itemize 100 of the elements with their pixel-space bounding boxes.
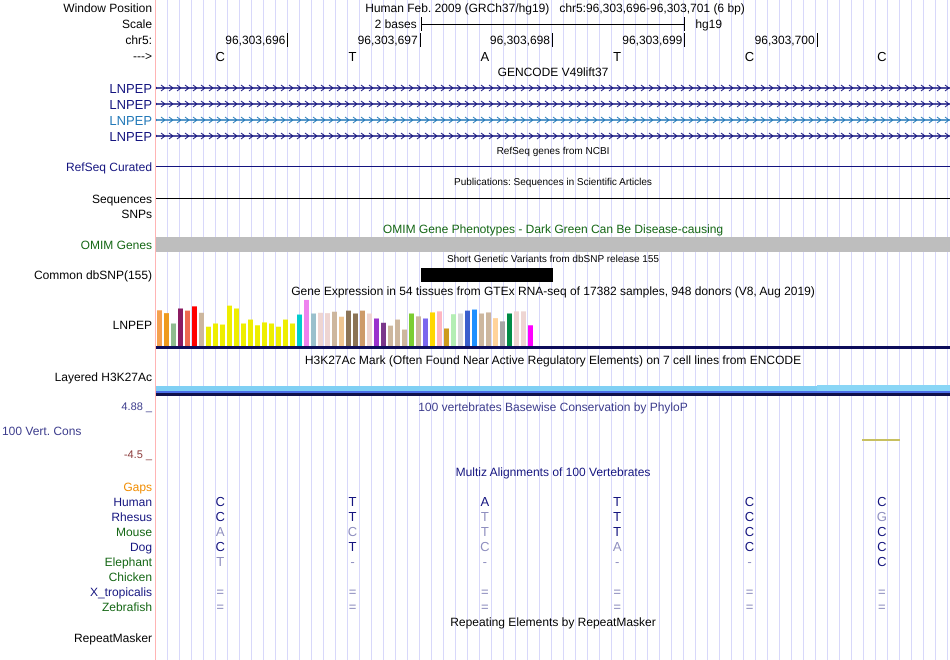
track-title: 100 vertebrates Basewise Conservation by PhyloP	[418, 401, 688, 413]
base-letter: C	[877, 555, 887, 568]
track-label: X_tropicalis	[90, 586, 152, 598]
base-letter: C	[215, 510, 225, 523]
track-label: Common dbSNP(155)	[34, 269, 152, 281]
base-letter: T	[348, 510, 356, 523]
tick-mark	[816, 33, 818, 47]
track-label: Mouse	[116, 526, 152, 538]
base-letter: =	[216, 600, 224, 613]
track-label: Sequences	[92, 192, 152, 204]
base-letter: C	[744, 525, 754, 538]
base-letter: A	[216, 525, 224, 538]
base-letter: G	[876, 510, 887, 523]
base-letter: C	[744, 510, 754, 523]
base-letter: =	[746, 585, 754, 598]
scale-length: 2 bases	[374, 18, 417, 30]
base-letter: C	[480, 540, 490, 553]
track-label: LNPEP	[109, 98, 152, 110]
base-letter: C	[348, 525, 358, 538]
track-label: 100 Vert. Cons	[2, 424, 82, 436]
tick-mark	[287, 33, 288, 47]
base-letter: C	[215, 495, 225, 508]
position-text: chr5:96,303,696-96,303,701 (6 bp)	[559, 2, 745, 14]
track-label: SNPs	[121, 208, 152, 220]
track-label: Rhesus	[111, 510, 152, 522]
base-letter: T	[613, 525, 622, 538]
track-title: OMIM Gene Phenotypes - Dark Green Can Be Disease-causing	[382, 223, 724, 235]
tick-mark	[684, 33, 686, 47]
base-letter: T	[348, 50, 356, 62]
track-title: Repeating Elements by RepeatMasker	[450, 616, 656, 628]
track-label: Elephant	[104, 556, 152, 568]
track-label: Human	[113, 496, 152, 508]
track-label: OMIM Genes	[80, 238, 152, 250]
base-letter: -	[482, 555, 487, 568]
track-label: LNPEP	[109, 82, 152, 94]
base-letter: -	[614, 555, 620, 568]
track-label: 4.88 _	[121, 402, 152, 412]
coordinate-label: 96,303,700	[754, 34, 815, 46]
track-label: Window Position	[63, 2, 152, 14]
base-letter: C	[744, 540, 754, 553]
coordinate-label: 96,303,696	[225, 34, 286, 46]
track-title: RefSeq genes from NCBI	[496, 146, 610, 156]
base-letter: =	[613, 585, 621, 598]
base-letter: C	[744, 50, 754, 62]
base-letter: =	[216, 585, 224, 598]
track-label: RefSeq Curated	[66, 160, 152, 172]
base-letter: C	[877, 525, 887, 538]
track-label: Chicken	[108, 570, 152, 582]
base-letter: =	[878, 600, 886, 613]
base-letter: A	[480, 495, 490, 508]
track-label: Layered H3K27Ac	[54, 371, 152, 383]
base-letter: C	[215, 50, 225, 62]
assembly-label: hg19	[695, 18, 722, 30]
track-title: Gene Expression in 54 tissues from GTEx RNA-seq of 17382 samples, 948 donors (V8, Aug 2019)	[291, 285, 815, 297]
coordinate-label: 96,303,698	[490, 34, 550, 46]
track-label: --->	[133, 50, 152, 62]
base-letter: C	[215, 540, 225, 553]
tick-mark	[420, 33, 421, 47]
track-label: Gaps	[123, 480, 152, 492]
track-label: -4.5 _	[124, 450, 152, 460]
base-letter: A	[612, 540, 622, 553]
base-letter: T	[613, 510, 622, 523]
base-letter: =	[348, 600, 356, 613]
track-label: Scale	[122, 18, 152, 30]
base-letter: T	[613, 495, 622, 508]
base-letter: T	[216, 555, 224, 568]
track-title: H3K27Ac Mark (Often Found Near Active Regulatory Elements) on 7 cell lines from ENCODE	[304, 354, 802, 366]
track-title: GENCODE V49lift37	[498, 66, 608, 78]
track-label: Zebrafish	[102, 600, 152, 612]
base-letter: C	[877, 50, 887, 62]
base-letter: A	[480, 50, 490, 62]
base-letter: T	[348, 540, 356, 553]
tick-mark	[552, 33, 553, 47]
base-letter: =	[481, 600, 489, 613]
base-letter: -	[747, 555, 752, 568]
track-label: RepeatMasker	[74, 632, 152, 644]
base-letter: C	[877, 495, 887, 508]
base-letter: T	[480, 525, 489, 538]
track-label: chr5:	[125, 34, 152, 46]
base-letter: =	[878, 585, 886, 598]
track-title: Multiz Alignments of 100 Vertebrates	[456, 466, 650, 478]
base-letter: =	[613, 600, 621, 613]
track-label: LNPEP	[109, 114, 152, 126]
base-letter: T	[613, 50, 622, 62]
track-label: Dog	[130, 540, 152, 552]
base-letter: T	[348, 495, 356, 508]
base-letter: =	[348, 585, 356, 598]
assembly-text: Human Feb. 2009 (GRCh37/hg19)	[365, 2, 550, 14]
track-label: LNPEP	[109, 130, 152, 142]
coordinate-label: 96,303,699	[622, 34, 682, 46]
base-letter: C	[877, 540, 887, 553]
base-letter: T	[480, 510, 489, 523]
base-letter: =	[481, 585, 489, 598]
base-letter: C	[744, 495, 754, 508]
conservation-mark	[862, 439, 900, 442]
base-letter: =	[746, 600, 754, 613]
track-title: Short Genetic Variants from dbSNP release 155	[447, 254, 659, 264]
track-label: LNPEP	[112, 319, 152, 331]
track-title: Publications: Sequences in Scientific Articles	[454, 178, 652, 188]
base-letter: -	[350, 555, 355, 568]
